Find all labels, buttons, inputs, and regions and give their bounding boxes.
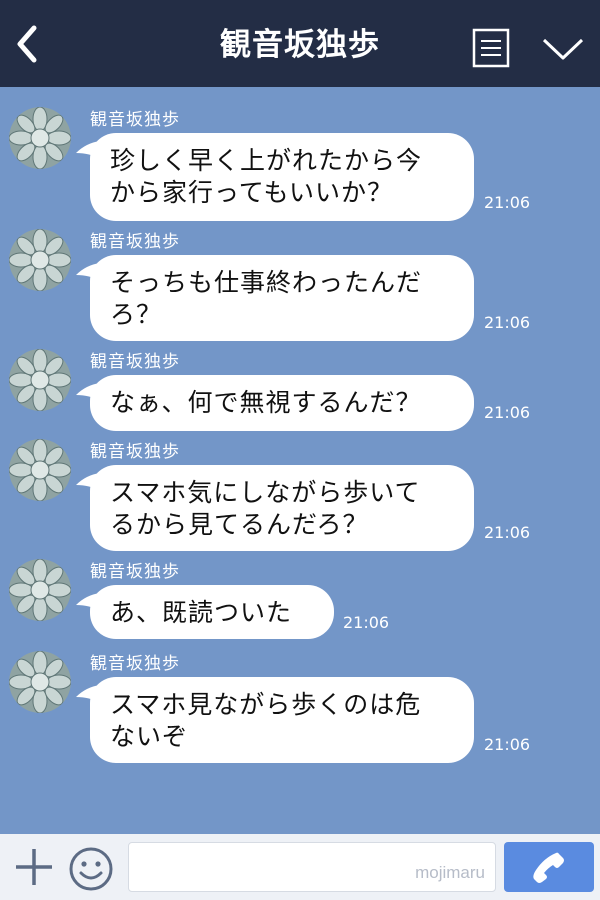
sender-name: 観音坂独歩 xyxy=(90,442,180,462)
succulent-avatar-icon xyxy=(9,349,71,411)
message-line: そっちも仕事終わったんだ xyxy=(110,268,423,297)
bubble-tail xyxy=(76,383,100,401)
chat-title: 観音坂独歩 xyxy=(220,27,380,63)
sender-name: 観音坂独歩 xyxy=(90,654,180,674)
avatar[interactable] xyxy=(9,439,71,501)
bubble-tail xyxy=(76,473,100,491)
message-line: るから見てるんだろ？ xyxy=(110,510,369,539)
message-input[interactable]: mojimaru xyxy=(128,842,496,892)
message-line: から家行ってもいいか？ xyxy=(110,178,394,207)
plus-icon xyxy=(16,849,52,885)
note-list-icon xyxy=(472,28,510,68)
message-bubble[interactable]: あ、既読ついた xyxy=(76,585,334,639)
message-bubble[interactable]: そっちも仕事終わったんだ ろ？ xyxy=(76,255,474,341)
message-line: ろ？ xyxy=(110,300,163,329)
message-line: スマホ見ながら歩くのは危 xyxy=(110,690,422,719)
sticker-button[interactable] xyxy=(68,846,114,892)
message-bubble[interactable]: 珍しく早く上がれたから今 から家行ってもいいか？ xyxy=(76,133,474,221)
message-time: 21:06 xyxy=(484,193,531,212)
message-time: 21:06 xyxy=(484,735,531,754)
avatar[interactable] xyxy=(9,107,71,169)
message-time: 21:06 xyxy=(484,313,531,332)
message-time: 21:06 xyxy=(343,613,390,632)
add-button[interactable] xyxy=(14,847,54,887)
bubble-tail xyxy=(76,685,100,703)
message-line: スマホ気にしながら歩いて xyxy=(110,478,421,507)
sender-name: 観音坂独歩 xyxy=(90,352,180,372)
message-bubble[interactable]: スマホ見ながら歩くのは危 ないぞ xyxy=(76,677,474,763)
message-time: 21:06 xyxy=(484,403,531,422)
message-list[interactable]: 観音坂独歩 珍しく早く上がれたから今 から家行ってもいいか？ 21:06 観音坂… xyxy=(0,87,600,834)
avatar[interactable] xyxy=(9,349,71,411)
input-bar: mojimaru xyxy=(0,834,600,900)
succulent-avatar-icon xyxy=(9,229,71,291)
message-bubble[interactable]: スマホ気にしながら歩いて るから見てるんだろ？ xyxy=(76,465,474,551)
notes-button[interactable] xyxy=(472,28,510,68)
succulent-avatar-icon xyxy=(9,439,71,501)
avatar[interactable] xyxy=(9,229,71,291)
watermark-text: mojimaru xyxy=(415,863,485,882)
sender-name: 観音坂独歩 xyxy=(90,110,180,130)
smiley-icon xyxy=(69,847,113,891)
phone-icon xyxy=(533,852,564,883)
avatar[interactable] xyxy=(9,651,71,713)
succulent-avatar-icon xyxy=(9,107,71,169)
avatar[interactable] xyxy=(9,559,71,621)
bubble-tail xyxy=(76,141,100,159)
call-button[interactable] xyxy=(504,842,594,892)
message-line: ないぞ xyxy=(110,722,189,751)
message-line: 珍しく早く上がれたから今 xyxy=(110,146,423,175)
succulent-avatar-icon xyxy=(9,651,71,713)
message-time: 21:06 xyxy=(484,523,531,542)
bubble-tail xyxy=(76,263,100,281)
sender-name: 観音坂独歩 xyxy=(90,562,180,582)
chevron-down-icon xyxy=(542,38,584,60)
message-line: あ、既読ついた xyxy=(110,598,293,627)
message-bubble[interactable]: なぁ、何で無視するんだ？ xyxy=(76,375,474,431)
chat-header: 観音坂独歩 xyxy=(0,0,600,87)
more-button[interactable] xyxy=(541,36,585,62)
bubble-tail xyxy=(76,593,100,611)
message-line: なぁ、何で無視するんだ？ xyxy=(110,388,422,417)
sender-name: 観音坂独歩 xyxy=(90,232,180,252)
succulent-avatar-icon xyxy=(9,559,71,621)
